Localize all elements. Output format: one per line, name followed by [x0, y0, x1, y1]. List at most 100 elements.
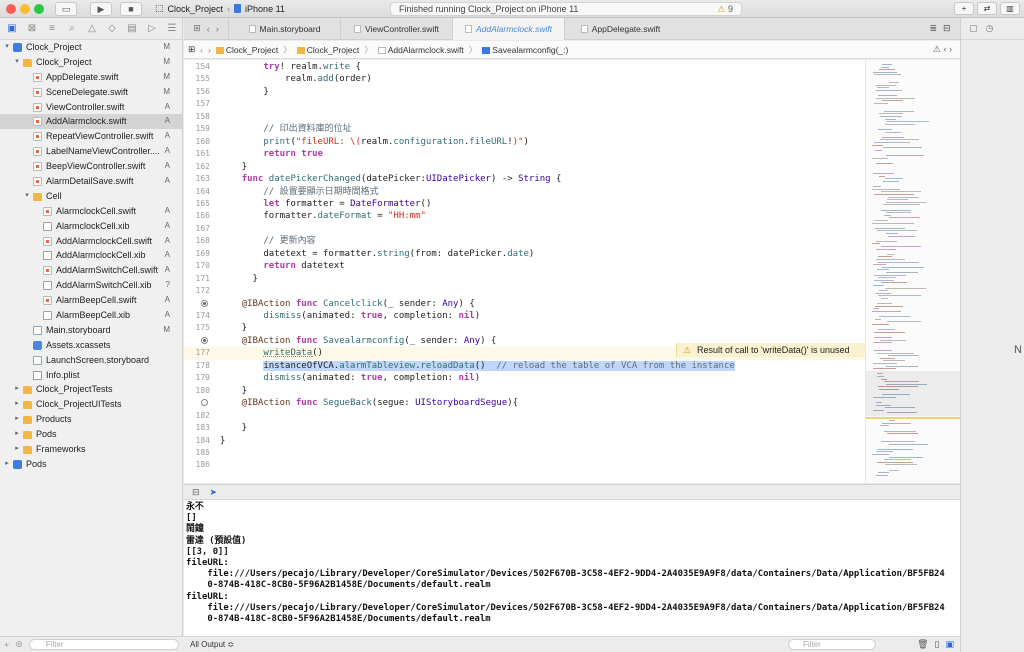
breakpoint-icon[interactable]: ▷	[146, 23, 158, 34]
breadcrumb-file[interactable]: AddAlarmclock.swift	[377, 45, 464, 55]
nav-item[interactable]: AlarmDetailSave.swift A	[0, 174, 182, 189]
chevron-right-icon[interactable]: ▸	[13, 382, 21, 397]
source-editor[interactable]: 154 try! realm.write {155 realm.add(orde…	[184, 60, 865, 483]
back-arrow-icon[interactable]: ‹	[200, 45, 203, 55]
add-icon[interactable]: +	[4, 640, 9, 650]
console-output[interactable]: 永不[] 鬧鐘 雷達 (預設值) [[3, 0]] fileURL: file:///U…	[184, 500, 960, 636]
code-line[interactable]: 171 }	[184, 273, 865, 285]
line-number[interactable]: 166	[184, 210, 210, 222]
code-line[interactable]: 156 }	[184, 86, 865, 98]
line-number[interactable]: 170	[184, 260, 210, 272]
code-line[interactable]: 160 print("fileURL: \(realm.configuratio…	[184, 136, 865, 148]
code-line[interactable]: 155 realm.add(order)	[184, 73, 865, 85]
nav-item[interactable]: ▾ Clock_Project M	[0, 40, 182, 55]
debug-icon[interactable]: ▤	[126, 23, 138, 34]
line-number[interactable]: 158	[184, 111, 210, 123]
nav-item[interactable]: AlarmBeepCell.swift A	[0, 293, 182, 308]
nav-item[interactable]: AlarmclockCell.xib A	[0, 219, 182, 234]
symbol-icon[interactable]: ≡	[46, 23, 58, 34]
chevron-right-icon[interactable]: ▸	[13, 427, 21, 442]
forward-arrow-icon[interactable]: ›	[208, 45, 211, 55]
breadcrumb-project[interactable]: Clock_Project	[215, 45, 278, 55]
line-number[interactable]: 177	[184, 347, 210, 359]
nav-item[interactable]: AddAlarmclock.swift A	[0, 114, 182, 130]
line-number[interactable]: 186	[184, 459, 210, 471]
chevron-right-icon[interactable]: ▸	[13, 412, 21, 427]
nav-item[interactable]: ▾ Cell	[0, 189, 182, 204]
nav-item[interactable]: RepeatViewController.swift A	[0, 129, 182, 144]
nav-item[interactable]: ▾ Clock_Project M	[0, 55, 182, 70]
code-line[interactable]: 173 @IBAction func Cancelclick(_ sender:…	[184, 298, 865, 310]
nav-item[interactable]: BeepViewController.swift A	[0, 159, 182, 174]
related-items-icon[interactable]: ⊞	[193, 23, 201, 34]
line-number[interactable]: 167	[184, 223, 210, 235]
nav-item[interactable]: ViewController.swift A	[0, 100, 182, 115]
folder-icon[interactable]: ▣	[6, 23, 18, 34]
code-line[interactable]: 175 }	[184, 322, 865, 334]
editor-tab[interactable]: AppDelegate.swift	[564, 18, 676, 40]
code-line[interactable]: 158	[184, 111, 865, 123]
nav-item[interactable]: Main.storyboard M	[0, 323, 182, 338]
nav-item[interactable]: AddAlarmclockCell.swift A	[0, 234, 182, 249]
inline-warning[interactable]: ⚠ Result of call to 'writeData()' is unu…	[676, 343, 865, 357]
line-number[interactable]: 174	[184, 310, 210, 322]
zoom-window-button[interactable]	[34, 4, 44, 14]
code-review-button[interactable]: ⇄	[977, 2, 997, 15]
trash-icon[interactable]: 🗑	[917, 639, 928, 650]
code-line[interactable]: 161 return true	[184, 148, 865, 160]
navigator-filter-field[interactable]: Filter	[28, 639, 179, 650]
stop-button[interactable]: ■	[120, 2, 142, 16]
nav-item[interactable]: SceneDelegate.swift M	[0, 85, 182, 100]
minimap-viewport[interactable]	[866, 371, 960, 416]
nav-item[interactable]: ▸ Clock_ProjectTests	[0, 382, 182, 397]
issue-navigation-arrows[interactable]: ⚠ ‹ ›	[933, 44, 952, 55]
code-line[interactable]: 174 dismiss(animated: true, completion: …	[184, 310, 865, 322]
grid-icon[interactable]: ⊞	[188, 44, 195, 55]
source-control-icon[interactable]: ⊠	[26, 23, 38, 34]
code-line[interactable]: 178 instanceOfVCA.alarmTableview.reloadD…	[184, 360, 865, 372]
chevron-down-icon[interactable]: ▾	[23, 189, 31, 204]
line-number[interactable]: 164	[184, 186, 210, 198]
code-line[interactable]: 182	[184, 410, 865, 422]
warning-badge[interactable]: ⚠ 9	[717, 3, 733, 15]
line-number[interactable]: 163	[184, 173, 210, 185]
output-selector[interactable]: All Output ≎	[190, 640, 234, 649]
chevron-right-icon[interactable]: ▸	[3, 457, 11, 472]
file-inspector-icon[interactable]: ▢	[969, 23, 978, 34]
line-number[interactable]: 175	[184, 322, 210, 334]
ibaction-connection-icon[interactable]	[201, 336, 208, 344]
issue-icon[interactable]: △	[86, 23, 98, 34]
code-line[interactable]: 159 // 印出資料庫的位址	[184, 123, 865, 135]
split-view-icon[interactable]: ▯	[935, 639, 940, 650]
code-line[interactable]: 163 func datePickerChanged(datePicker:UI…	[184, 173, 865, 185]
code-line[interactable]: 183 }	[184, 422, 865, 434]
navigator-toggle-button[interactable]: ▭	[55, 2, 77, 16]
nav-item[interactable]: AddAlarmSwitchCell.xib?	[0, 278, 182, 293]
breadcrumb-method[interactable]: Savealarmconfig(_:)	[482, 45, 568, 55]
filter-options-icon[interactable]: ⊜	[15, 639, 23, 650]
line-number[interactable]: 178	[184, 360, 210, 372]
line-number[interactable]: 165	[184, 198, 210, 210]
code-line[interactable]: 157	[184, 98, 865, 110]
breakpoints-toggle-icon[interactable]: ➤	[210, 487, 218, 498]
line-number[interactable]: 169	[184, 248, 210, 260]
run-button[interactable]: ▶	[90, 2, 112, 16]
nav-item[interactable]: AlarmclockCell.swift A	[0, 204, 182, 219]
console-filter-field[interactable]: Filter	[788, 639, 876, 650]
code-line[interactable]: 181 @IBAction func SegueBack(segue: UISt…	[184, 397, 865, 409]
code-line[interactable]: 170 return datetext	[184, 260, 865, 272]
split-editor-icon[interactable]: ⊟	[943, 23, 951, 34]
line-number[interactable]: 157	[184, 98, 210, 110]
line-number[interactable]: 162	[184, 161, 210, 173]
toggle-panels-button[interactable]: ▥	[1000, 2, 1020, 15]
code-line[interactable]: 169 datetext = formatter.string(from: da…	[184, 248, 865, 260]
chevron-right-icon[interactable]: ▸	[13, 442, 21, 457]
forward-icon[interactable]: ›	[216, 24, 219, 34]
close-window-button[interactable]	[6, 4, 16, 14]
code-line[interactable]: 184}	[184, 435, 865, 447]
nav-item[interactable]: AlarmBeepCell.xib A	[0, 308, 182, 323]
line-number[interactable]: 179	[184, 372, 210, 384]
code-line[interactable]: 185	[184, 447, 865, 459]
nav-item[interactable]: AddAlarmclockCell.xib A	[0, 248, 182, 263]
test-icon[interactable]: ◇	[106, 23, 118, 34]
